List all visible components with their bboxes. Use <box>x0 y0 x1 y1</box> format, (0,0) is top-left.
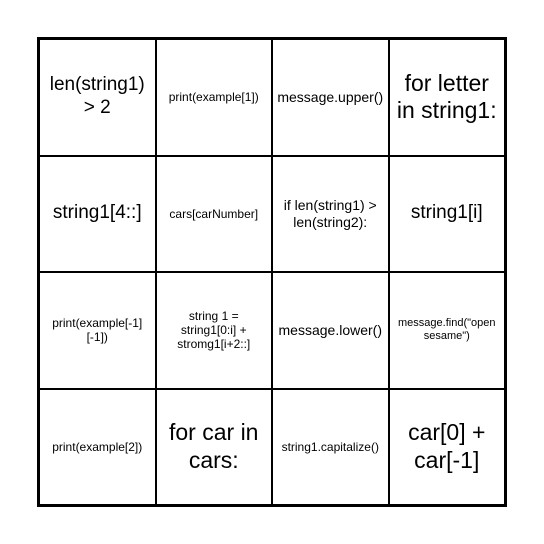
bingo-cell: string1[4::] <box>39 156 156 273</box>
bingo-cell: cars[carNumber] <box>156 156 273 273</box>
bingo-grid: len(string1) > 2 print(example[1]) messa… <box>37 37 507 507</box>
bingo-cell: len(string1) > 2 <box>39 39 156 156</box>
bingo-cell: string 1 = string1[0:i] + stromg1[i+2::] <box>156 272 273 389</box>
bingo-cell: for car in cars: <box>156 389 273 506</box>
bingo-cell: message.lower() <box>272 272 389 389</box>
bingo-cell: string1[i] <box>389 156 506 273</box>
bingo-cell: for letter in string1: <box>389 39 506 156</box>
bingo-cell: print(example[-1][-1]) <box>39 272 156 389</box>
bingo-cell: string1.capitalize() <box>272 389 389 506</box>
bingo-cell: if len(string1) > len(string2): <box>272 156 389 273</box>
bingo-cell: car[0] + car[-1] <box>389 389 506 506</box>
bingo-cell: message.find("open sesame") <box>389 272 506 389</box>
bingo-cell: message.upper() <box>272 39 389 156</box>
bingo-cell: print(example[1]) <box>156 39 273 156</box>
bingo-cell: print(example[2]) <box>39 389 156 506</box>
